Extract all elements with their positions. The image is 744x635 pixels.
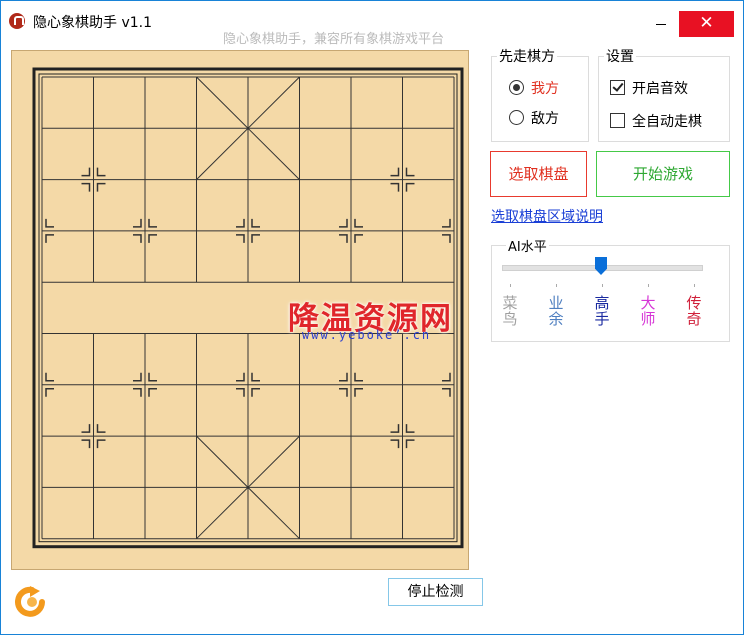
settings-label: 设置 bbox=[604, 46, 636, 66]
position-marker bbox=[390, 167, 400, 177]
position-marker bbox=[251, 218, 260, 228]
position-marker bbox=[81, 424, 91, 433]
first-move-label: 先走棋方 bbox=[497, 46, 557, 66]
position-marker bbox=[405, 167, 415, 177]
slider-tick bbox=[648, 284, 649, 287]
position-marker bbox=[390, 182, 400, 192]
position-marker bbox=[339, 372, 348, 382]
board-area-help-link[interactable]: 选取棋盘区域说明 bbox=[491, 206, 603, 226]
ai-level-label: AI水平 bbox=[506, 236, 549, 255]
position-marker bbox=[96, 439, 106, 449]
position-marker bbox=[148, 234, 157, 243]
position-marker bbox=[45, 372, 54, 382]
position-marker bbox=[442, 372, 451, 382]
watermark-url: www.yebokeʼ.cn bbox=[302, 328, 432, 342]
position-marker bbox=[148, 372, 157, 382]
position-marker bbox=[96, 182, 106, 192]
position-marker bbox=[442, 218, 451, 228]
slider-tick bbox=[556, 284, 557, 287]
position-marker bbox=[251, 388, 260, 397]
position-marker bbox=[96, 424, 106, 433]
radio-enemy-side[interactable] bbox=[509, 110, 524, 125]
ai-level-novice: 菜鸟 bbox=[502, 294, 518, 328]
position-marker bbox=[442, 388, 451, 397]
position-marker bbox=[405, 182, 415, 192]
slider-tick bbox=[510, 284, 511, 287]
chess-board[interactable]: 降温资源网 www.yebokeʼ.cn bbox=[11, 50, 469, 570]
start-game-button[interactable]: 开始游戏 bbox=[596, 151, 730, 197]
position-marker bbox=[81, 182, 91, 192]
sound-checkbox[interactable] bbox=[610, 80, 625, 95]
ai-level-legend: 传奇 bbox=[686, 294, 702, 328]
radio-own-side[interactable] bbox=[509, 80, 524, 95]
ai-level-master: 大师 bbox=[640, 294, 656, 328]
position-marker bbox=[390, 424, 400, 433]
position-marker bbox=[148, 388, 157, 397]
ai-level-amateur: 业余 bbox=[548, 294, 564, 328]
position-marker bbox=[81, 167, 91, 177]
position-marker bbox=[45, 218, 54, 228]
sound-checkbox-label[interactable]: 开启音效 bbox=[632, 78, 688, 98]
minimize-button[interactable] bbox=[645, 11, 677, 37]
position-marker bbox=[81, 439, 91, 449]
position-marker bbox=[405, 439, 415, 449]
app-icon bbox=[9, 13, 25, 29]
position-marker bbox=[133, 388, 142, 397]
position-marker bbox=[339, 234, 348, 243]
position-marker bbox=[405, 424, 415, 433]
position-marker bbox=[354, 388, 363, 397]
auto-move-checkbox[interactable] bbox=[610, 113, 625, 128]
first-move-group bbox=[491, 56, 589, 142]
position-marker bbox=[236, 388, 245, 397]
position-marker bbox=[148, 218, 157, 228]
stop-detect-button[interactable]: 停止检测 bbox=[388, 578, 483, 606]
position-marker bbox=[45, 388, 54, 397]
close-button[interactable]: ✕ bbox=[679, 11, 734, 37]
radio-enemy-side-label[interactable]: 敌方 bbox=[531, 108, 559, 128]
position-marker bbox=[354, 372, 363, 382]
position-marker bbox=[96, 167, 106, 177]
title-bar[interactable]: 隐心象棋助手 v1.1 隐心象棋助手，兼容所有象棋游戏平台 ✕ bbox=[1, 1, 743, 47]
window-title: 隐心象棋助手 v1.1 bbox=[33, 15, 152, 31]
position-marker bbox=[251, 372, 260, 382]
position-marker bbox=[133, 218, 142, 228]
position-marker bbox=[339, 388, 348, 397]
position-marker bbox=[354, 234, 363, 243]
position-marker bbox=[133, 234, 142, 243]
radio-own-side-label[interactable]: 我方 bbox=[531, 78, 559, 98]
position-marker bbox=[133, 372, 142, 382]
position-marker bbox=[390, 439, 400, 449]
window-subtitle: 隐心象棋助手，兼容所有象棋游戏平台 bbox=[223, 32, 445, 47]
select-board-button[interactable]: 选取棋盘 bbox=[490, 151, 587, 197]
position-marker bbox=[251, 234, 260, 243]
slider-tick bbox=[694, 284, 695, 287]
position-marker bbox=[442, 234, 451, 243]
auto-move-checkbox-label[interactable]: 全自动走棋 bbox=[632, 111, 702, 131]
refresh-icon[interactable] bbox=[14, 586, 50, 618]
position-marker bbox=[339, 218, 348, 228]
position-marker bbox=[236, 234, 245, 243]
ai-level-expert: 高手 bbox=[594, 294, 610, 328]
position-marker bbox=[354, 218, 363, 228]
position-marker bbox=[236, 372, 245, 382]
position-marker bbox=[45, 234, 54, 243]
position-marker bbox=[236, 218, 245, 228]
slider-tick bbox=[602, 284, 603, 287]
